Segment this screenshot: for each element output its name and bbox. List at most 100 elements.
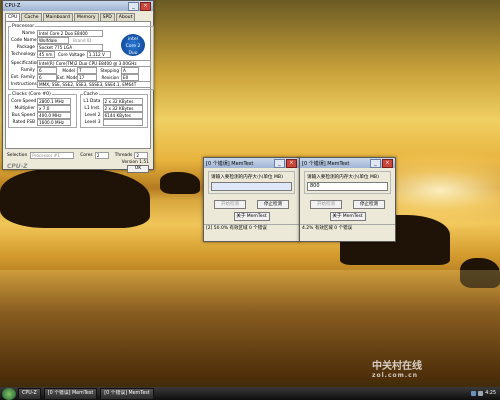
zol-watermark: 中关村在线 zol.com.cn <box>372 357 422 379</box>
tab-cache[interactable]: Cache <box>21 13 42 21</box>
corevoltage-value: 1.112 V <box>86 51 111 58</box>
name-value: Intel Core 2 Duo E8400 <box>37 30 103 37</box>
stepping-value: A <box>121 67 139 74</box>
memtest-1-close-button[interactable]: × <box>286 158 297 168</box>
rock-left <box>0 168 150 228</box>
extmodel-label: Ext. Model <box>57 75 80 80</box>
technology-label: Technology <box>11 52 36 57</box>
family-value: 6 <box>37 67 57 74</box>
corespeed-label: Core Speed <box>11 99 37 104</box>
watermark-main-text: 中关村在线 <box>372 361 422 372</box>
level3-value <box>102 119 143 126</box>
taskbar-item-memtest-1[interactable]: [0 个错误] MemTest <box>43 387 98 400</box>
clocks-legend: Clocks (Core #0) <box>12 92 51 97</box>
tray-clock[interactable]: 4:25 <box>485 391 496 396</box>
brandid-label: Brand ID <box>73 38 92 43</box>
revision-label: Revision <box>101 75 119 80</box>
cache-legend: Cache <box>83 92 98 97</box>
extmodel-value: 17 <box>77 74 97 81</box>
cpuz-brand: CPU-Z <box>7 163 28 170</box>
stepping-label: Stepping <box>100 68 119 73</box>
memtest-1-minimize-button[interactable]: _ <box>274 158 285 168</box>
memtest-2-status: 4.2% 有效区域 0 个错误 <box>300 224 395 232</box>
l1data-value: 2 x 32 KBytes <box>102 98 143 105</box>
taskbar-item-cpuz[interactable]: CPU-Z <box>18 387 41 400</box>
minimize-button[interactable]: _ <box>128 1 139 11</box>
memtest-2-start-button[interactable]: 开始检测 <box>310 200 342 209</box>
busspeed-label: Bus Speed <box>11 113 35 118</box>
spec-label: Specification <box>11 61 40 66</box>
memtest-2-about-button[interactable]: 关于 MemTest <box>329 212 366 221</box>
processor-legend: Processor <box>12 24 35 29</box>
memtest-1-about-button[interactable]: 关于 MemTest <box>233 212 270 221</box>
memtest-2-stop-button[interactable]: 停止检测 <box>353 200 385 209</box>
tab-mainboard[interactable]: Mainboard <box>42 13 73 21</box>
memtest-2-title: [0 个错误] MemTest <box>302 160 350 167</box>
logo-intel-text: intel <box>128 37 138 42</box>
revision-value: E0 <box>121 74 139 81</box>
memtest-1-status: [2] 50.0% 有效区域 0 个错误 <box>204 224 299 232</box>
tab-cpu[interactable]: CPU <box>5 13 21 21</box>
memtest-1-titlebar[interactable]: [0 个错误] MemTest _ × <box>204 158 299 168</box>
processor-group: Processor Name Intel Core 2 Duo E8400 Cod… <box>8 24 154 90</box>
multiplier-label: Multiplier <box>14 106 35 111</box>
selection-label: Selection <box>7 153 28 158</box>
extfamily-value: 6 <box>37 74 57 81</box>
memtest-1-start-button[interactable]: 开始检测 <box>214 200 246 209</box>
ratedfsb-label: Rated FSB <box>12 120 36 125</box>
l1inst-value: 2 x 32 KBytes <box>102 105 143 112</box>
model-label: Model <box>62 68 75 73</box>
memtest-1-title: [0 个错误] MemTest <box>206 160 254 167</box>
intel-core2-logo: intel Core 2 Duo <box>121 34 145 56</box>
rock-center <box>160 172 200 194</box>
memtest-window-1: [0 个错误] MemTest _ × 请输入要检测的内存大小(单位 MB) 开… <box>203 157 300 242</box>
cpuz-title: CPU-Z <box>5 3 21 9</box>
memtest-2-minimize-button[interactable]: _ <box>370 158 381 168</box>
level2-value: 6144 KBytes <box>102 112 143 119</box>
start-orb-icon[interactable] <box>2 387 16 400</box>
tab-about[interactable]: About <box>115 13 136 21</box>
clocks-group: Clocks (Core #0) Core Speed 2800.1 MHz Mu… <box>8 92 77 128</box>
tab-spd[interactable]: SPD <box>99 13 115 21</box>
memtest-2-titlebar[interactable]: [0 个错误] MemTest _ × <box>300 158 395 168</box>
cpuz-window: CPU-Z _ × CPU Cache Mainboard Memory SPD… <box>2 0 154 173</box>
memtest-1-stop-button[interactable]: 停止检测 <box>257 200 289 209</box>
cpuz-titlebar[interactable]: CPU-Z _ × <box>3 1 153 11</box>
threads-label: Threads <box>114 153 133 158</box>
water-reflection <box>0 270 500 380</box>
taskbar: CPU-Z [0 个错误] MemTest [0 个错误] MemTest 4:… <box>0 387 500 400</box>
selection-dropdown[interactable]: Processor #1 <box>30 152 75 159</box>
cpuz-tabs: CPU Cache Mainboard Memory SPD About <box>3 11 153 21</box>
cpuz-cpu-panel: Processor Name Intel Core 2 Duo E8400 Cod… <box>5 21 154 149</box>
level2-label: Level 2 <box>84 113 101 118</box>
logo-core2-text: Core 2 <box>125 44 141 49</box>
network-icon[interactable] <box>471 391 477 396</box>
model-value: 7 <box>77 67 97 74</box>
family-label: Family <box>20 68 35 73</box>
cores-label: Cores <box>80 153 93 158</box>
volume-icon[interactable] <box>478 391 484 396</box>
spec-value: Intel(R) Core(TM)2 Duo CPU E8400 @ 3.00G… <box>37 60 151 67</box>
codename-value: Wolfdale <box>37 37 69 44</box>
cores-value: 2 <box>94 152 109 159</box>
tab-memory[interactable]: Memory <box>73 13 99 21</box>
close-button[interactable]: × <box>140 1 151 11</box>
name-label: Name <box>22 31 35 36</box>
instructions-label: Instructions <box>11 82 37 87</box>
memtest-2-size-input[interactable]: 800 <box>307 182 388 191</box>
memtest-2-close-button[interactable]: × <box>382 158 393 168</box>
cpuz-footer: CPU-Z Version 1.51 OK <box>3 160 153 173</box>
technology-value: 45 nm <box>37 51 55 58</box>
package-value: Socket 775 LGA <box>37 44 103 51</box>
ok-button[interactable]: OK <box>127 165 149 173</box>
memtest-1-size-input[interactable] <box>211 182 292 191</box>
memtest-window-2: [0 个错误] MemTest _ × 请输入要检测的内存大小(单位 MB) 8… <box>299 157 396 242</box>
codename-label: Code Name <box>11 38 37 43</box>
instructions-value: MMX, SSE, SSE2, SSE3, SSSE3, SSE4.1, EM6… <box>37 81 151 88</box>
corevoltage-label: Core Voltage <box>58 52 85 57</box>
busspeed-value: 400.0 MHz <box>37 112 71 119</box>
level3-label: Level 3 <box>84 120 101 125</box>
extfamily-label: Ext. Family <box>11 75 36 80</box>
taskbar-item-memtest-2[interactable]: [0 个错误] MemTest <box>100 387 154 400</box>
threads-value: 2 <box>134 152 149 159</box>
